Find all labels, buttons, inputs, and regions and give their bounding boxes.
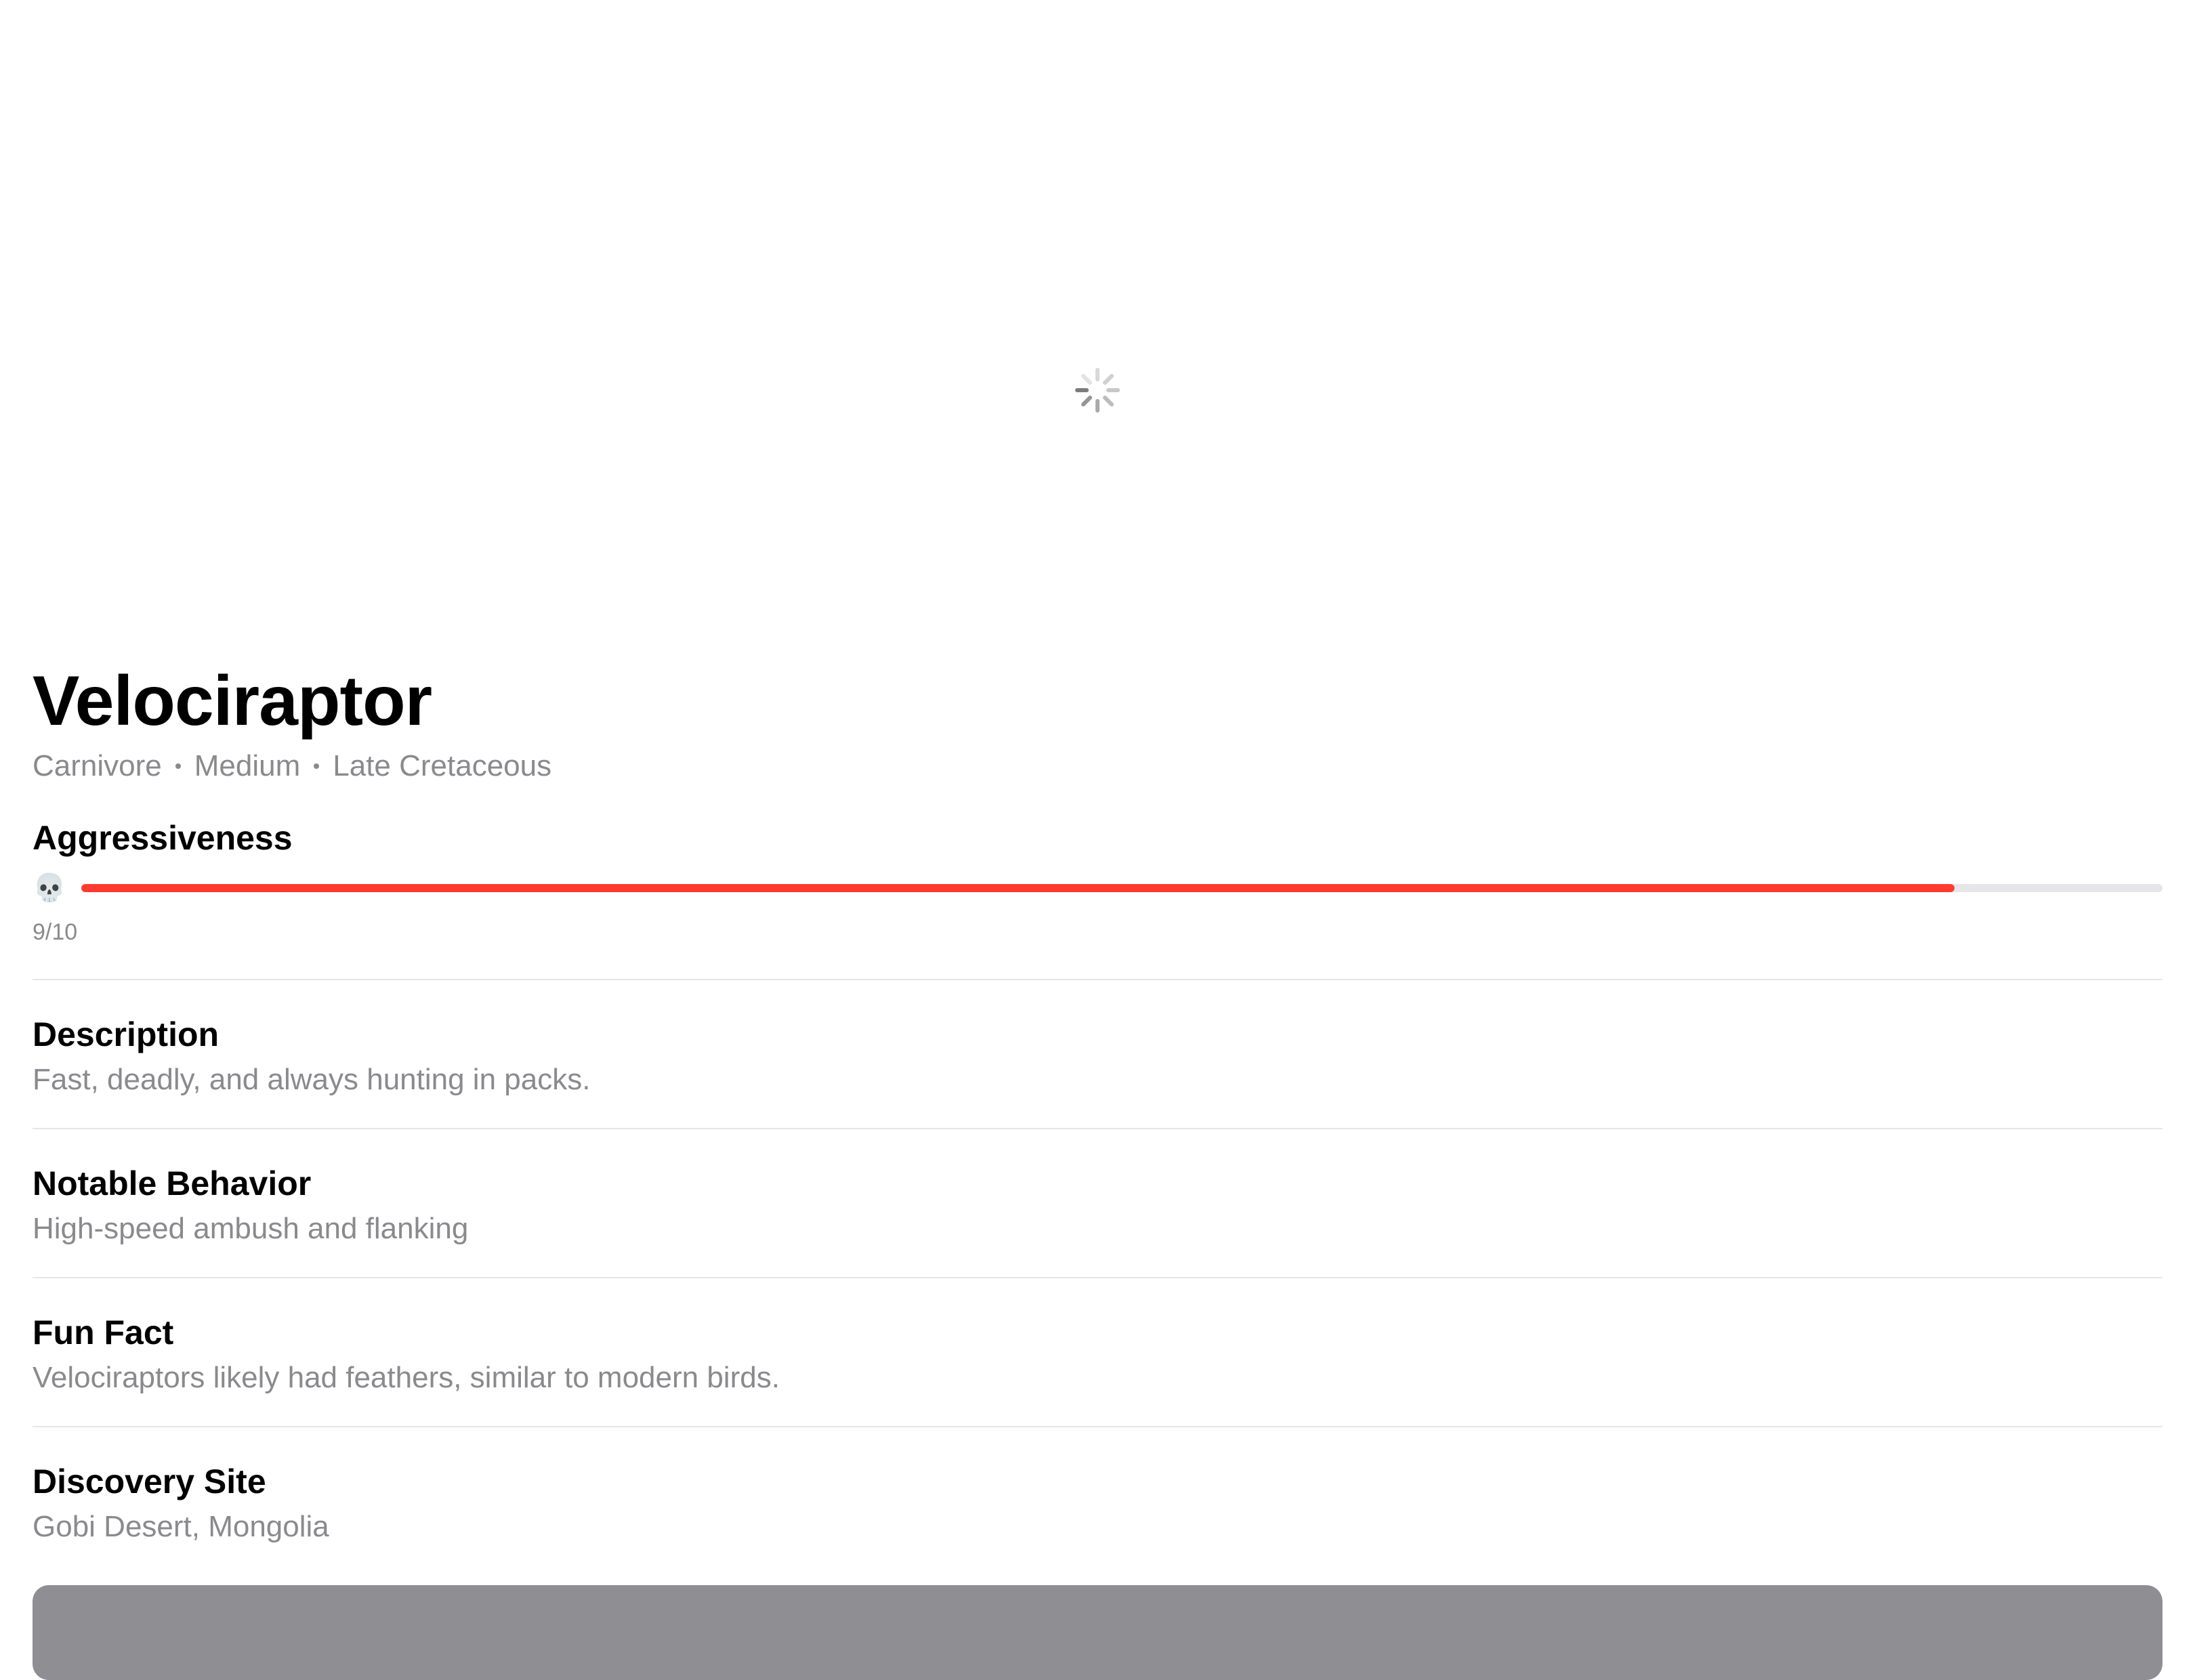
- period-label: Late Cretaceous: [333, 749, 552, 782]
- section-value: Gobi Desert, Mongolia: [33, 1510, 329, 1543]
- skull-icon: 💀: [33, 873, 66, 903]
- dinosaur-meta: Carnivore Medium Late Cretaceous: [33, 747, 2162, 785]
- dinosaur-name: Velociraptor: [33, 662, 432, 740]
- info-section-notable-behavior: Notable Behavior High-speed ambush and f…: [33, 1129, 2162, 1278]
- bottom-action-button[interactable]: [33, 1585, 2162, 1680]
- aggressiveness-meter: 💀: [33, 868, 2162, 908]
- loading-spinner-icon: [1075, 368, 1120, 413]
- aggressiveness-score: 9/10: [33, 919, 78, 945]
- section-title: Description: [33, 1015, 220, 1053]
- dinosaur-detail: Velociraptor Carnivore Medium Late Creta…: [33, 660, 2162, 1547]
- separator-dot-icon: [175, 763, 181, 769]
- aggressiveness-section: Aggressiveness 💀 9/10: [33, 816, 2162, 948]
- section-title: Discovery Site: [33, 1463, 266, 1500]
- section-title: Fun Fact: [33, 1314, 174, 1351]
- info-section-fun-fact: Fun Fact Velociraptors likely had feathe…: [33, 1278, 2162, 1427]
- size-label: Medium: [194, 749, 301, 782]
- section-value: Fast, deadly, and always hunting in pack…: [33, 1063, 591, 1096]
- section-value: Velociraptors likely had feathers, simil…: [33, 1361, 780, 1394]
- separator-dot-icon: [314, 763, 320, 769]
- aggressiveness-track: [81, 884, 2162, 892]
- section-value: High-speed ambush and flanking: [33, 1212, 469, 1245]
- diet-label: Carnivore: [33, 749, 162, 782]
- aggressiveness-fill: [81, 884, 1954, 892]
- info-section-discovery-site: Discovery Site Gobi Desert, Mongolia: [33, 1427, 2162, 1547]
- aggressiveness-title: Aggressiveness: [33, 819, 293, 857]
- info-section-description: Description Fast, deadly, and always hun…: [33, 980, 2162, 1129]
- dinosaur-image-placeholder: [0, 0, 2195, 637]
- section-title: Notable Behavior: [33, 1164, 312, 1202]
